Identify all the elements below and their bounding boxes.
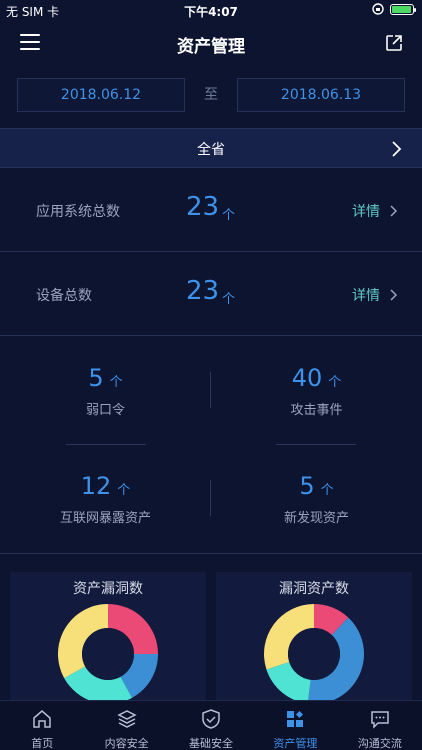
chart-title: 漏洞资产数 — [279, 581, 349, 597]
stat-value: 40 — [291, 364, 323, 392]
donut-chart — [58, 604, 158, 704]
stat-weak-password[interactable]: 5个 弱口令 — [0, 338, 211, 446]
tab-content-security[interactable]: 内容安全 — [84, 701, 168, 750]
donut-chart — [264, 604, 364, 704]
stat-label: 攻击事件 — [290, 403, 343, 418]
tab-home[interactable]: 首页 — [0, 701, 84, 750]
status-bar: 无 SIM 卡 下午4:07 — [0, 0, 422, 22]
region-label: 全省 — [197, 142, 225, 158]
tab-communication[interactable]: 沟通交流 — [338, 701, 422, 750]
chat-icon — [371, 711, 389, 729]
details-label: 详情 — [352, 204, 380, 220]
share-icon[interactable] — [384, 33, 404, 53]
divider — [210, 372, 211, 408]
tab-label: 内容安全 — [104, 737, 149, 750]
charts-section: 资产漏洞数 漏洞资产数 — [0, 572, 422, 712]
tab-bar: 首页 内容安全 基础安全 资产管理 沟通交流 — [0, 700, 422, 750]
chevron-right-icon — [390, 289, 398, 301]
date-range: 2018.06.12 至 2018.06.13 — [0, 78, 422, 114]
tab-label: 基础安全 — [189, 737, 234, 750]
stat-value: 12 — [80, 472, 112, 500]
start-date-field[interactable]: 2018.06.12 — [17, 78, 185, 112]
stat-unit: 个 — [117, 483, 131, 498]
count-unit: 个 — [222, 208, 236, 223]
vulnerable-asset-chart[interactable]: 漏洞资产数 — [216, 572, 412, 712]
count-label: 应用系统总数 — [36, 204, 120, 220]
shield-icon — [202, 709, 220, 729]
battery-icon — [390, 3, 416, 15]
date-separator: 至 — [204, 87, 218, 103]
status-time: 下午4:07 — [184, 5, 238, 19]
region-selector[interactable]: 全省 — [0, 128, 422, 168]
stat-label: 互联网暴露资产 — [59, 511, 151, 526]
chevron-right-icon — [390, 205, 398, 217]
tab-basic-security[interactable]: 基础安全 — [169, 701, 253, 750]
device-total-row: 设备总数 23 个 详情 — [0, 252, 422, 336]
stat-label: 新发现资产 — [283, 511, 349, 526]
divider — [210, 480, 211, 516]
divider — [276, 444, 356, 445]
chart-title: 资产漏洞数 — [73, 581, 143, 597]
tab-label: 首页 — [31, 737, 54, 750]
stat-unit: 个 — [320, 483, 334, 498]
count-unit: 个 — [222, 292, 236, 307]
app-system-total-row: 应用系统总数 23 个 详情 — [0, 168, 422, 252]
divider — [66, 444, 146, 445]
nav-bar: 资产管理 — [0, 22, 422, 66]
stats-grid: 5个 弱口令 40 个 攻击事件 12 个 互联网暴露资产 5个 新发现资产 — [0, 338, 422, 554]
chevron-right-icon — [392, 141, 402, 157]
count-value: 23 — [186, 276, 220, 306]
asset-vulnerability-chart[interactable]: 资产漏洞数 — [10, 572, 206, 712]
donut-hole — [82, 628, 134, 680]
home-icon — [33, 710, 51, 728]
tab-label: 资产管理 — [273, 737, 318, 750]
end-date-field[interactable]: 2018.06.13 — [237, 78, 405, 112]
tab-label: 沟通交流 — [357, 737, 402, 750]
stat-value: 5 — [299, 472, 315, 500]
stat-unit: 个 — [328, 375, 342, 390]
details-link[interactable]: 详情 — [352, 285, 398, 305]
stat-label: 弱口令 — [85, 403, 125, 418]
tab-asset-management[interactable]: 资产管理 — [253, 701, 337, 750]
stat-internet-exposed-assets[interactable]: 12 个 互联网暴露资产 — [0, 446, 211, 554]
donut-hole — [288, 628, 340, 680]
stat-new-assets[interactable]: 5个 新发现资产 — [211, 446, 422, 554]
stat-attack-events[interactable]: 40 个 攻击事件 — [211, 338, 422, 446]
count-label: 设备总数 — [36, 288, 92, 304]
grid-icon — [287, 710, 304, 727]
details-link[interactable]: 详情 — [352, 201, 398, 221]
stat-unit: 个 — [109, 375, 123, 390]
page-title: 资产管理 — [177, 37, 245, 57]
stat-value: 5 — [88, 364, 104, 392]
details-label: 详情 — [352, 288, 380, 304]
count-value: 23 — [186, 192, 220, 222]
lock-rotation-icon — [372, 3, 384, 15]
layers-icon — [116, 710, 137, 728]
